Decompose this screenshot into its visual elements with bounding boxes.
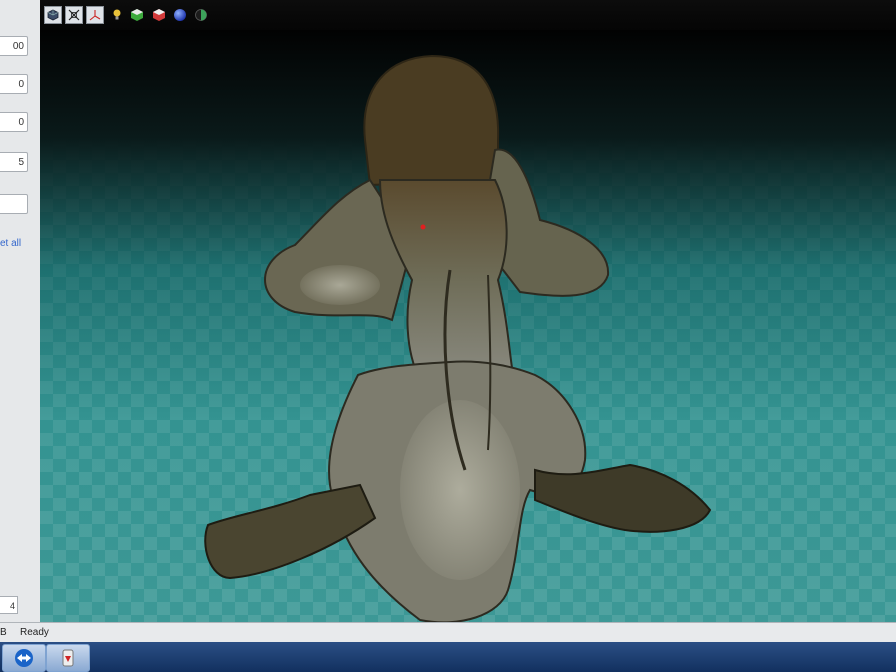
green-cube-icon[interactable]: [128, 6, 146, 24]
light-icon[interactable]: [108, 6, 126, 24]
properties-panel: 00 0 0 5 et all 4: [0, 0, 41, 628]
property-field-3[interactable]: 0: [0, 112, 28, 132]
selection-marker: [420, 224, 426, 230]
property-field-5[interactable]: [0, 194, 28, 214]
axes-icon[interactable]: [86, 6, 104, 24]
property-field-2[interactable]: 0: [0, 74, 28, 94]
reset-all-link[interactable]: et all: [0, 238, 21, 249]
status-text: Ready: [20, 627, 49, 638]
app-icon[interactable]: [46, 644, 90, 672]
red-cube-icon[interactable]: [150, 6, 168, 24]
fit-view-icon[interactable]: [65, 6, 83, 24]
bottom-value-field[interactable]: 4: [0, 596, 18, 614]
status-size-fragment: B: [0, 627, 7, 638]
vertebra-model[interactable]: [40, 30, 896, 628]
property-field-1[interactable]: 00: [0, 36, 28, 56]
shading-icon[interactable]: [192, 6, 210, 24]
teamviewer-icon[interactable]: [2, 644, 46, 672]
sphere-icon[interactable]: [171, 6, 189, 24]
windows-taskbar: [0, 642, 896, 672]
status-bar: B Ready: [0, 622, 896, 643]
3d-viewport[interactable]: [40, 30, 896, 628]
viewer-toolbar: [40, 0, 896, 30]
property-field-4[interactable]: 5: [0, 152, 28, 172]
cube-view-icon[interactable]: [44, 6, 62, 24]
